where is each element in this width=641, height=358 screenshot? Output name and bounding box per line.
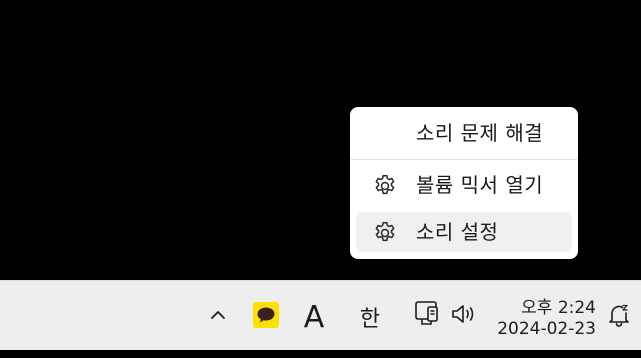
bell-snooze-icon bbox=[606, 302, 632, 332]
menu-item-open-volume-mixer[interactable]: 볼륨 믹서 열기 bbox=[356, 165, 572, 205]
taskbar: A 한 오후 2:24 2024-02-23 bbox=[0, 280, 641, 350]
menu-divider bbox=[350, 159, 578, 160]
volume-button[interactable] bbox=[450, 302, 478, 330]
gear-icon bbox=[372, 220, 398, 246]
clock-button[interactable]: 오후 2:24 2024-02-23 bbox=[496, 289, 600, 345]
ime-language-button[interactable]: 한 bbox=[354, 297, 386, 337]
desktop: 소리 문제 해결 볼륨 믹서 열기 소리 설정 A 한 오후 2:24 2024… bbox=[0, 0, 641, 358]
volume-context-menu: 소리 문제 해결 볼륨 믹서 열기 소리 설정 bbox=[350, 107, 578, 259]
show-hidden-icons-button[interactable] bbox=[204, 303, 232, 331]
menu-item-troubleshoot-sound[interactable]: 소리 문제 해결 bbox=[356, 113, 572, 153]
notification-center-button[interactable] bbox=[605, 303, 633, 331]
clock-date: 2024-02-23 bbox=[497, 319, 596, 339]
speaker-icon bbox=[450, 300, 478, 332]
clock-time: 오후 2:24 bbox=[521, 298, 596, 318]
chevron-up-icon bbox=[208, 305, 228, 329]
network-button[interactable] bbox=[413, 301, 441, 331]
ime-mode-label: A bbox=[303, 299, 325, 335]
ethernet-icon bbox=[413, 299, 441, 333]
menu-item-label: 소리 설정 bbox=[416, 220, 499, 244]
kakaotalk-icon bbox=[253, 302, 279, 332]
menu-item-label: 볼륨 믹서 열기 bbox=[416, 173, 544, 197]
menu-item-sound-settings[interactable]: 소리 설정 bbox=[356, 212, 572, 252]
menu-item-label: 소리 문제 해결 bbox=[416, 121, 544, 145]
kakaotalk-tray-button[interactable] bbox=[253, 302, 279, 332]
ime-language-label: 한 bbox=[359, 307, 381, 332]
screen-bottom-edge bbox=[0, 350, 641, 358]
ime-mode-button[interactable]: A bbox=[298, 297, 330, 337]
gear-icon bbox=[372, 173, 398, 199]
